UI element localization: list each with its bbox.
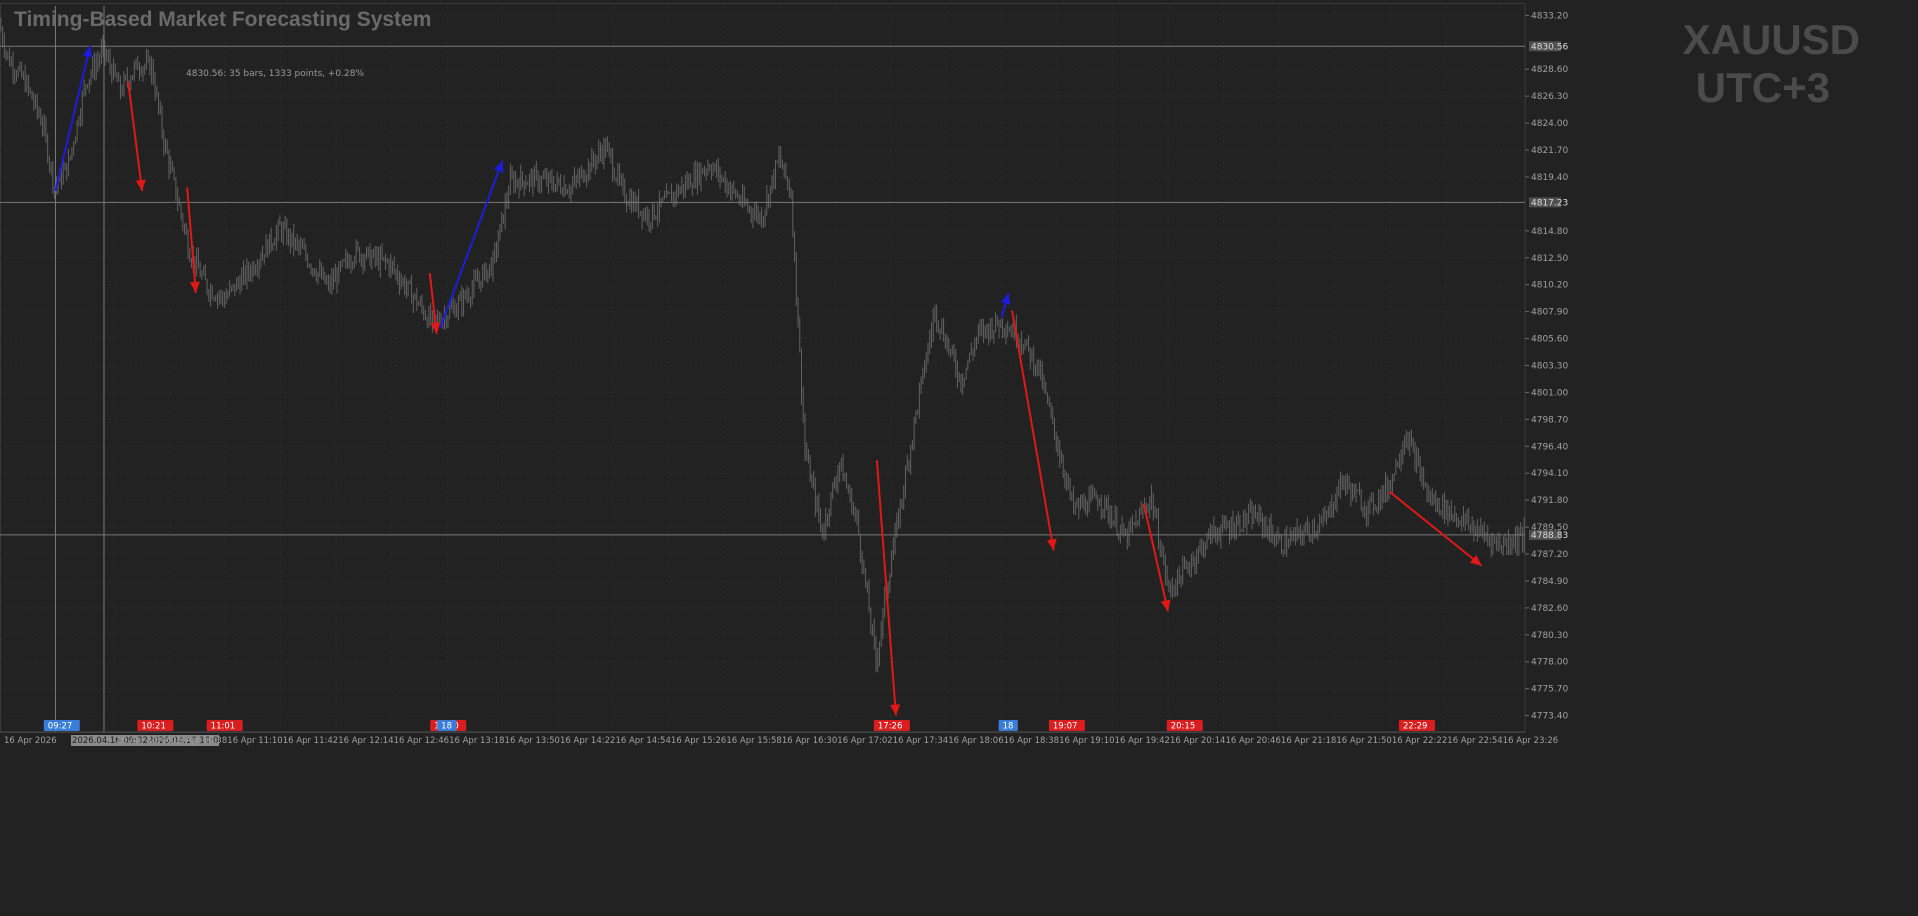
arrow-head-down xyxy=(1160,599,1171,612)
price-label: 4791.80 xyxy=(1531,496,1568,506)
time-label: 16 Apr 10:06 xyxy=(116,736,171,746)
forecast-arrow-up xyxy=(54,45,92,192)
timezone-watermark: UTC+3 xyxy=(1695,64,1830,111)
time-label: 16 Apr 15:26 xyxy=(671,736,726,746)
price-label: 4798.70 xyxy=(1531,415,1568,425)
price-label: 4778.00 xyxy=(1531,658,1568,668)
measure-tooltip: 4830.56: 35 bars, 1333 points, +0.28% xyxy=(186,69,365,79)
time-markers: 09:2710:2111:0113:101817:261819:0720:152… xyxy=(43,720,1435,732)
time-label: 16 Apr 16:30 xyxy=(782,736,837,746)
price-label: 4821.70 xyxy=(1531,146,1568,156)
price-label: 4788.83 xyxy=(1531,531,1568,541)
price-label: 4814.80 xyxy=(1531,227,1568,237)
candles xyxy=(0,17,1525,673)
price-label: 4807.90 xyxy=(1531,308,1568,318)
time-marker-label: 09:27 xyxy=(48,722,73,732)
time-label: 16 Apr 19:42 xyxy=(1115,736,1170,746)
time-marker-label: 19:07 xyxy=(1053,722,1078,732)
price-label: 4780.30 xyxy=(1531,631,1568,641)
time-label: 16 Apr 14:54 xyxy=(615,736,670,746)
symbol-watermark: XAUUSD xyxy=(1682,16,1860,63)
price-label: 4828.60 xyxy=(1531,65,1568,75)
price-label: 4810.20 xyxy=(1531,281,1568,291)
arrow-head-down xyxy=(189,281,200,293)
time-label: 16 Apr 17:02 xyxy=(837,736,892,746)
time-label: 16 Apr 11:42 xyxy=(283,736,338,746)
price-label: 4784.90 xyxy=(1531,577,1568,587)
time-label: 16 Apr 2026 xyxy=(4,736,57,746)
axes: 4833.20 4830.56 4828.60 4826.30 4824.00 4821.… xyxy=(0,11,1568,746)
forecast-arrow-down xyxy=(1011,310,1055,551)
time-label: 16 Apr 19:10 xyxy=(1059,736,1114,746)
price-label: 4817.23 xyxy=(1531,198,1568,208)
price-label: 4805.60 xyxy=(1531,335,1568,345)
arrow-head-down xyxy=(1046,538,1057,551)
price-label: 4775.70 xyxy=(1531,685,1568,695)
chart-area[interactable]: 4833.20 4830.56 4828.60 4826.30 4824.00 4821.… xyxy=(0,0,1918,916)
time-label: 16 Apr 17:34 xyxy=(893,736,948,746)
time-label: 16 Apr 23:26 xyxy=(1503,736,1558,746)
price-label: 4826.30 xyxy=(1531,92,1568,102)
chart-frame xyxy=(0,3,1526,733)
time-marker-label: 10:21 xyxy=(141,722,166,732)
crosshair-lines xyxy=(54,6,105,732)
forecast-arrows xyxy=(54,45,1483,716)
forecast-arrow-down xyxy=(127,81,144,192)
price-label: 4796.40 xyxy=(1531,442,1568,452)
arrow-head-up xyxy=(82,45,93,58)
time-label: 16 Apr 18:38 xyxy=(1004,736,1059,746)
time-label: 16 Apr 21:18 xyxy=(1281,736,1336,746)
time-label: 16 Apr 14:22 xyxy=(560,736,615,746)
price-label: 4833.20 xyxy=(1531,11,1568,21)
arrow-head-up xyxy=(494,160,504,173)
price-label: 4830.56 xyxy=(1531,42,1568,52)
price-label: 4782.60 xyxy=(1531,604,1568,614)
price-label: 4803.30 xyxy=(1531,361,1568,371)
price-label: 4801.00 xyxy=(1531,388,1568,398)
time-label: 16 Apr 11:10 xyxy=(227,736,282,746)
price-chart[interactable]: 4833.20 4830.56 4828.60 4826.30 4824.00 4821.… xyxy=(0,0,1918,916)
time-marker-label: 17:26 xyxy=(878,722,903,732)
forecast-arrow-down xyxy=(875,460,897,716)
time-label: 16 Apr 12:14 xyxy=(338,736,393,746)
arrow-head-down xyxy=(135,179,146,192)
price-label: 4824.00 xyxy=(1531,119,1568,129)
price-lines xyxy=(0,45,1525,536)
time-label: 16 Apr 15:58 xyxy=(726,736,781,746)
time-label: 16 Apr 18:06 xyxy=(948,736,1003,746)
arrow-head-down xyxy=(890,704,901,716)
window-title: Timing-Based Market Forecasting System xyxy=(14,8,432,31)
time-label: 16 Apr 21:50 xyxy=(1336,736,1391,746)
price-label: 4812.50 xyxy=(1531,254,1568,264)
time-marker-label: 11:01 xyxy=(211,722,236,732)
price-label: 4794.10 xyxy=(1531,469,1568,479)
time-label: 16 Apr 20:46 xyxy=(1225,736,1280,746)
time-marker-label: 18 xyxy=(441,722,452,732)
time-marker-label: 22:29 xyxy=(1403,722,1428,732)
time-label: 16 Apr 22:22 xyxy=(1392,736,1447,746)
time-label: 16 Apr 13:18 xyxy=(449,736,504,746)
time-label: 16 Apr 10:38 xyxy=(172,736,227,746)
price-label: 4819.40 xyxy=(1531,173,1568,183)
price-label: 4787.20 xyxy=(1531,550,1568,560)
time-label: 16 Apr 20:14 xyxy=(1170,736,1225,746)
grid xyxy=(0,3,1526,733)
forecast-arrow-down xyxy=(1142,503,1169,612)
time-marker-label: 18 xyxy=(1003,722,1014,732)
time-label: 16 Apr 12:46 xyxy=(394,736,449,746)
time-label: 16 Apr 22:54 xyxy=(1447,736,1502,746)
time-label: 16 Apr 13:50 xyxy=(505,736,560,746)
price-label: 4773.40 xyxy=(1531,712,1568,722)
forecast-arrow-up xyxy=(439,160,504,329)
time-marker-label: 20:15 xyxy=(1171,722,1196,732)
